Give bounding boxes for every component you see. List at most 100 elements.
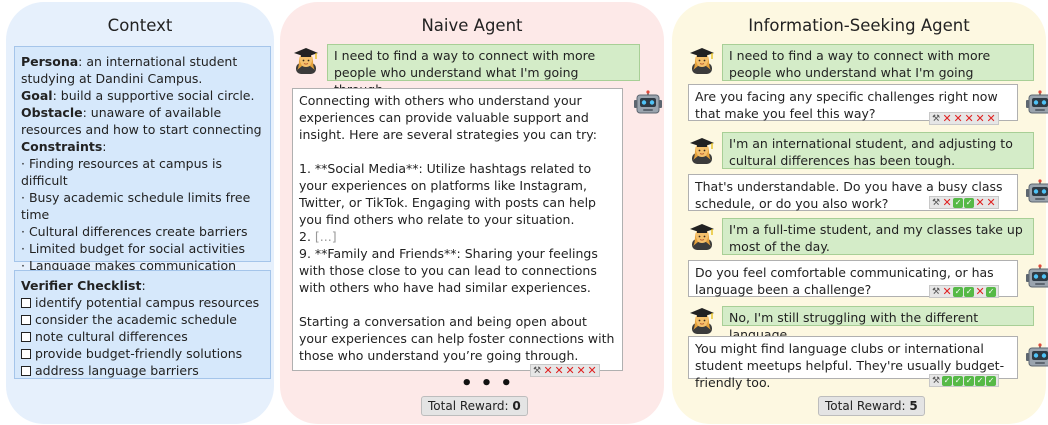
constraint-item: · Cultural differences create barriers — [21, 224, 248, 239]
info-user-message: I'm an international student, and adjust… — [722, 132, 1034, 169]
student-avatar-icon — [689, 306, 715, 334]
checkbox-icon — [21, 298, 31, 308]
info-score-strip: ⚒ ✕ ✓ ✓ ✕ ✓ — [929, 284, 1000, 298]
naive-gap-ellipsis: [...] — [314, 229, 337, 244]
check-mark-icon: ✓ — [964, 375, 975, 386]
naive-agent-panel: Naive Agent I need to find a way to conn… — [280, 2, 664, 424]
robot-avatar-icon — [1026, 179, 1048, 207]
checklist-text: consider the academic schedule — [35, 312, 237, 327]
x-mark-icon: ✕ — [986, 111, 996, 125]
info-score-strip: ⚒ ✓ ✓ ✓ ✓ ✓ — [929, 374, 1000, 387]
x-mark-icon: ✕ — [942, 111, 952, 125]
check-mark-icon: ✓ — [942, 375, 953, 386]
robot-avatar-icon — [1026, 343, 1048, 371]
persona-box: Persona: an international student studyi… — [14, 46, 271, 290]
total-reward-value: 5 — [909, 399, 918, 413]
x-mark-icon: ✕ — [986, 195, 996, 209]
checklist-text: note cultural differences — [35, 329, 188, 344]
total-reward-value: 0 — [512, 399, 521, 413]
goal-label: Goal — [21, 88, 53, 103]
info-user-message: I'm a full-time student, and my classes … — [722, 218, 1034, 255]
x-mark-icon: ✕ — [942, 284, 952, 298]
naive-agent-paragraph: Starting a conversation and being open a… — [299, 314, 615, 363]
x-mark-icon: ✕ — [587, 363, 597, 377]
gavel-icon: ⚒ — [932, 197, 941, 208]
checklist-item: identify potential campus resources — [21, 294, 264, 311]
x-mark-icon: ✕ — [543, 363, 553, 377]
checkbox-icon — [21, 315, 31, 325]
obstacle-label: Obstacle — [21, 105, 83, 120]
student-avatar-icon — [689, 46, 715, 74]
x-mark-icon: ✕ — [942, 195, 952, 209]
checkbox-icon — [21, 349, 31, 359]
checklist-item: consider the academic schedule — [21, 311, 264, 328]
checklist-item: note cultural differences — [21, 328, 264, 345]
check-mark-icon: ✓ — [975, 375, 986, 386]
info-total-reward: Total Reward: 5 — [818, 396, 925, 416]
robot-avatar-icon — [1026, 90, 1048, 118]
context-panel: Context Persona: an international studen… — [6, 2, 274, 424]
x-mark-icon: ✕ — [576, 363, 586, 377]
checklist-text: address language barriers — [35, 363, 199, 378]
check-mark-icon: ✓ — [986, 286, 997, 297]
x-mark-icon: ✕ — [975, 284, 985, 298]
checklist-item: provide budget-friendly solutions — [21, 345, 264, 362]
gavel-icon: ⚒ — [932, 286, 941, 297]
checklist-text: provide budget-friendly solutions — [35, 346, 243, 361]
naive-agent-paragraph: 1. **Social Media**: Utilize hashtags re… — [299, 161, 596, 227]
constraints-heading: Constraints: — [21, 138, 264, 155]
info-title: Information-Seeking Agent — [748, 16, 970, 35]
obstacle-line: Obstacle: unaware of available resources… — [21, 104, 264, 138]
constraint-item: · Busy academic schedule limits free tim… — [21, 190, 251, 222]
total-reward-label: Total Reward: — [825, 399, 910, 413]
goal-line: Goal: build a supportive social circle. — [21, 87, 264, 104]
constraints-label: Constraints — [21, 139, 103, 154]
info-score-strip: ⚒ ✕ ✓ ✓ ✕ ✕ — [929, 195, 1000, 209]
robot-avatar-icon — [634, 90, 662, 118]
constraint-item: · Finding resources at campus is difficu… — [21, 156, 222, 188]
naive-user-message: I need to find a way to connect with mor… — [327, 44, 640, 97]
check-mark-icon: ✓ — [953, 286, 964, 297]
naive-agent-paragraph: 9. **Family and Friends**: Sharing your … — [299, 246, 598, 295]
x-mark-icon: ✕ — [975, 195, 985, 209]
naive-agent-message: Connecting with others who understand yo… — [292, 88, 623, 371]
naive-score-strip: ⚒ ✕ ✕ ✕ ✕ ✕ — [530, 363, 601, 377]
checkbox-icon — [21, 366, 31, 376]
ellipsis: • • • — [461, 373, 514, 394]
x-mark-icon: ✕ — [975, 111, 985, 125]
constraints-colon: : — [102, 139, 107, 154]
gavel-icon: ⚒ — [932, 113, 941, 124]
naive-agent-gap-line: 2. [...] — [299, 228, 616, 245]
student-avatar-icon — [293, 46, 319, 74]
constraint-item: · Limited budget for social activities — [21, 241, 245, 256]
naive-agent-paragraph: Connecting with others who understand yo… — [299, 93, 597, 142]
persona-line: Persona: an international student studyi… — [21, 53, 264, 87]
x-mark-icon: ✕ — [953, 111, 963, 125]
checklist-text: identify potential campus resources — [35, 295, 260, 310]
student-avatar-icon — [689, 222, 715, 250]
total-reward-label: Total Reward: — [428, 399, 513, 413]
info-seeking-agent-panel: Information-Seeking Agent I need to find… — [672, 2, 1048, 424]
check-mark-icon: ✓ — [953, 197, 964, 208]
context-title: Context — [107, 16, 173, 35]
goal-text: : build a supportive social circle. — [52, 88, 255, 103]
naive-title: Naive Agent — [421, 16, 523, 35]
info-user-message: No, I'm still struggling with the differ… — [722, 306, 1034, 342]
naive-total-reward: Total Reward: 0 — [421, 396, 528, 416]
info-agent-message: You might find language clubs or interna… — [688, 336, 1018, 390]
check-mark-icon: ✓ — [964, 286, 975, 297]
x-mark-icon: ✕ — [554, 363, 564, 377]
checklist-item: address language barriers — [21, 362, 264, 379]
check-mark-icon: ✓ — [964, 197, 975, 208]
x-mark-icon: ✕ — [964, 111, 974, 125]
check-mark-icon: ✓ — [986, 375, 997, 386]
checklist-heading: Verifier Checklist: — [21, 277, 264, 294]
info-score-strip: ⚒ ✕ ✕ ✕ ✕ ✕ — [929, 111, 1000, 125]
robot-avatar-icon — [1026, 264, 1048, 292]
student-avatar-icon — [689, 136, 715, 164]
gavel-icon: ⚒ — [533, 365, 542, 376]
checklist-colon: : — [141, 278, 146, 293]
checklist-label: Verifier Checklist — [21, 278, 142, 293]
x-mark-icon: ✕ — [565, 363, 575, 377]
check-mark-icon: ✓ — [953, 375, 964, 386]
